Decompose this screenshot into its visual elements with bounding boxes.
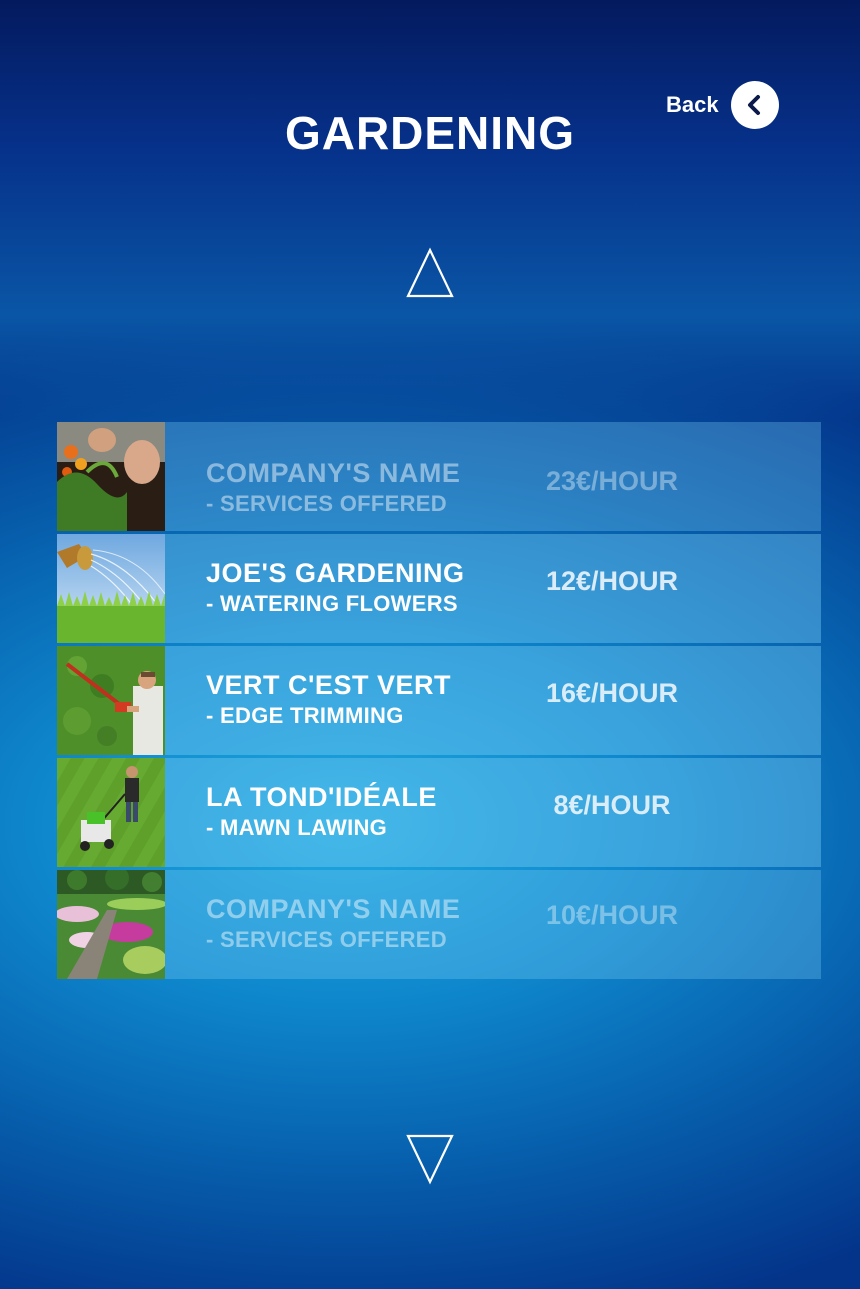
list-item[interactable]: VERT C'EST VERT - EDGE TRIMMING 16€/HOUR xyxy=(57,646,821,755)
chevron-left-icon xyxy=(730,81,779,129)
company-info: VERT C'EST VERT - EDGE TRIMMING xyxy=(206,670,526,729)
company-price: 12€/HOUR xyxy=(545,566,679,596)
triangle-down-icon xyxy=(406,1134,454,1185)
company-service: - MAWN LAWING xyxy=(206,815,388,840)
company-name: VERT C'EST VERT xyxy=(206,670,451,700)
hedge-trimming-photo xyxy=(57,646,165,755)
company-service: - WATERING FLOWERS xyxy=(206,591,458,616)
watering-photo xyxy=(57,534,165,643)
list-item[interactable]: JOE'S GARDENING - WATERING FLOWERS 12€/H… xyxy=(57,534,821,643)
scroll-down-button[interactable] xyxy=(405,1132,455,1186)
list-item[interactable]: COMPANY'S NAME - SERVICES OFFERED 10€/HO… xyxy=(57,870,821,979)
lawn-mowing-photo xyxy=(57,758,165,867)
company-price: 16€/HOUR xyxy=(545,678,679,708)
company-name: COMPANY'S NAME xyxy=(206,894,461,924)
list-item[interactable]: COMPANY'S NAME - SERVICES OFFERED 23€/HO… xyxy=(57,422,821,531)
company-info: COMPANY'S NAME - SERVICES OFFERED xyxy=(206,458,526,517)
company-name: LA TOND'IDÉALE xyxy=(206,782,437,812)
company-price: 8€/HOUR xyxy=(553,790,671,820)
scroll-up-button[interactable] xyxy=(405,246,455,300)
planting-photo xyxy=(57,422,165,531)
company-service: - SERVICES OFFERED xyxy=(206,491,447,516)
company-name: COMPANY'S NAME xyxy=(206,458,461,488)
back-label: Back xyxy=(666,92,719,117)
background-shade xyxy=(0,0,860,420)
company-info: LA TOND'IDÉALE - MAWN LAWING xyxy=(206,782,526,841)
garden-path-photo xyxy=(57,870,165,979)
company-list: COMPANY'S NAME - SERVICES OFFERED 23€/HO… xyxy=(57,422,821,982)
company-info: JOE'S GARDENING - WATERING FLOWERS xyxy=(206,558,526,617)
company-info: COMPANY'S NAME - SERVICES OFFERED xyxy=(206,894,526,953)
company-service: - SERVICES OFFERED xyxy=(206,927,447,952)
triangle-up-icon xyxy=(406,247,454,298)
list-item[interactable]: LA TOND'IDÉALE - MAWN LAWING 8€/HOUR xyxy=(57,758,821,867)
company-price: 10€/HOUR xyxy=(545,900,679,930)
company-service: - EDGE TRIMMING xyxy=(206,703,404,728)
company-name: JOE'S GARDENING xyxy=(206,558,465,588)
back-button[interactable]: Back xyxy=(666,80,779,130)
company-price: 23€/HOUR xyxy=(545,466,679,496)
